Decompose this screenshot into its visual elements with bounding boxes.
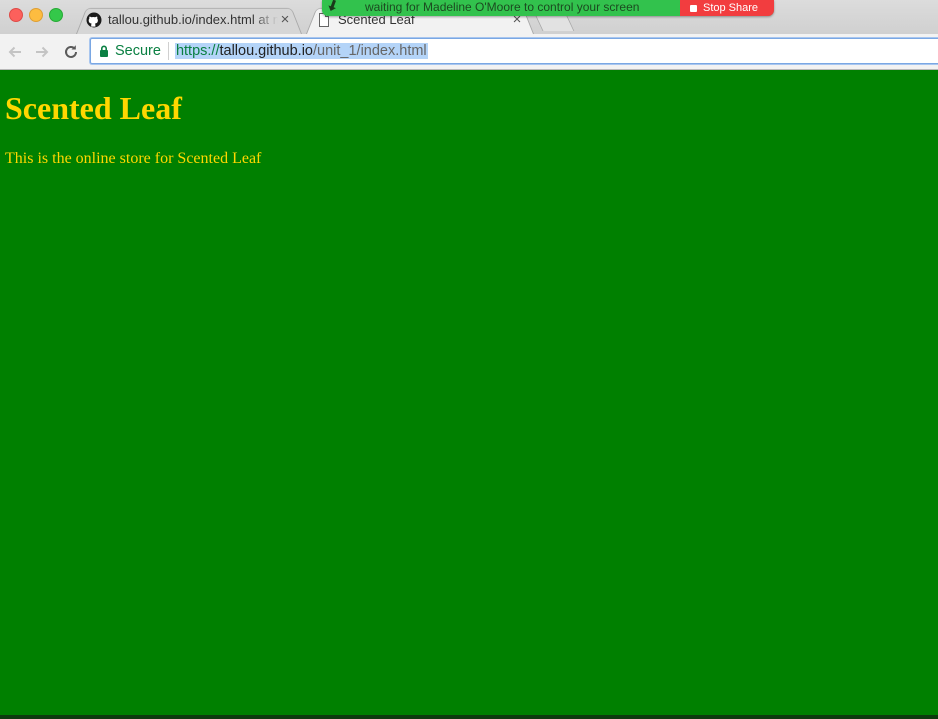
reload-icon[interactable] (62, 43, 80, 61)
browser-toolbar: Secure https://tallou.github.io/unit_1/i… (0, 34, 938, 70)
bottom-edge (0, 715, 938, 719)
page-content: Scented Leaf This is the online store fo… (0, 70, 938, 719)
back-arrow-icon[interactable] (6, 43, 24, 61)
share-status-text: waiting for Madeline O'Moore to control … (365, 0, 640, 14)
address-bar[interactable]: Secure https://tallou.github.io/unit_1/i… (90, 38, 938, 64)
close-icon[interactable]: × (278, 12, 292, 27)
omnibox-divider (167, 42, 169, 60)
stop-share-button[interactable]: Stop Share (680, 0, 774, 16)
forward-arrow-icon[interactable] (33, 43, 51, 61)
screen-share-banner: waiting for Madeline O'Moore to control … (322, 0, 774, 16)
url-scheme: https:// (175, 43, 220, 59)
window-maximize-button[interactable] (49, 8, 63, 22)
github-icon (86, 12, 102, 28)
window-close-button[interactable] (9, 8, 23, 22)
tab-title: tallou.github.io/index.html at m (108, 12, 278, 27)
url-path: /unit_1/index.html (313, 43, 427, 59)
stop-share-label: Stop Share (703, 2, 759, 14)
url-text[interactable]: https://tallou.github.io/unit_1/index.ht… (174, 43, 428, 59)
window-minimize-button[interactable] (29, 8, 43, 22)
tab-github[interactable]: tallou.github.io/index.html at m × (76, 5, 302, 34)
lock-icon (99, 45, 109, 57)
stop-icon (690, 4, 697, 12)
page-heading: Scented Leaf (5, 90, 182, 126)
page-tagline: This is the online store for Scented Lea… (5, 150, 262, 167)
secure-label: Secure (115, 43, 161, 59)
url-host: tallou.github.io (219, 43, 313, 59)
remote-control-arrow-icon (328, 0, 338, 12)
